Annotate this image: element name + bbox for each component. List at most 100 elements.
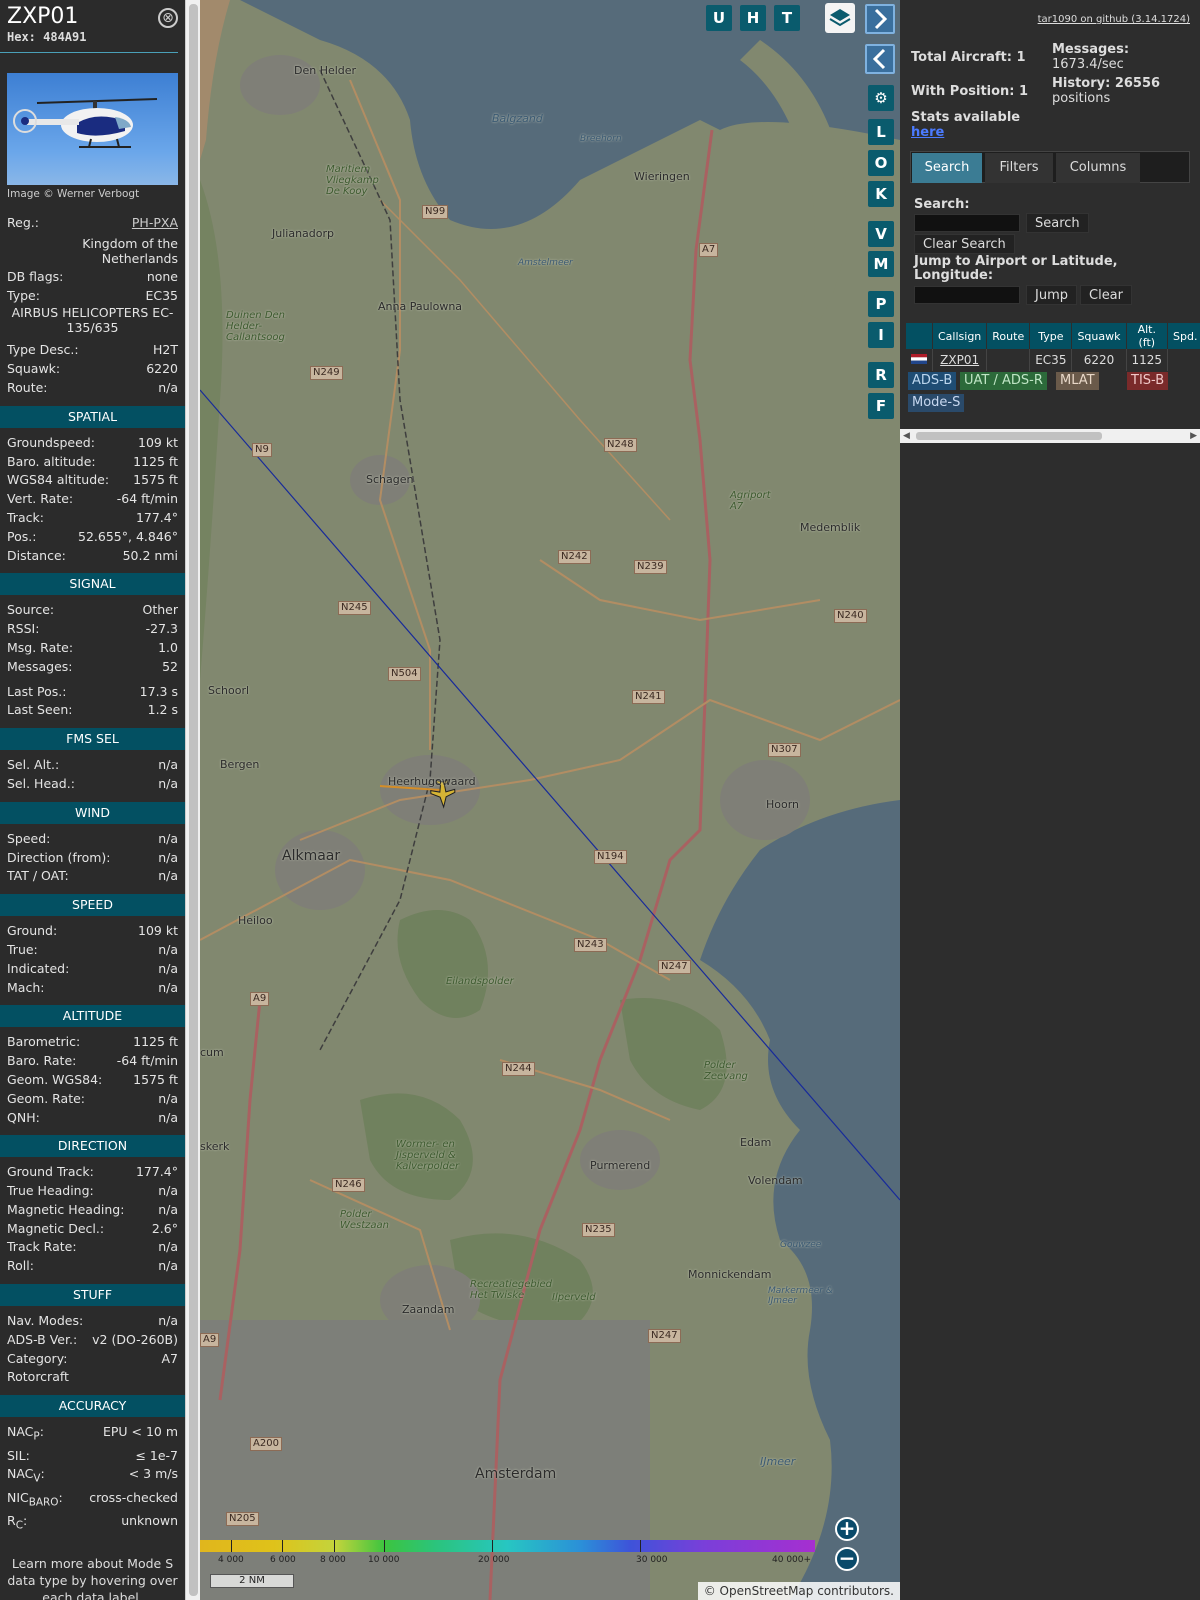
map-label-place: Julianadorp	[272, 227, 334, 240]
info-label: Sel. Head.:	[7, 775, 75, 791]
scrollbar-thumb[interactable]	[916, 432, 1102, 440]
toggle-u-button[interactable]: U	[706, 5, 732, 31]
tab-columns[interactable]: Columns	[1056, 153, 1140, 183]
toggle-f-button[interactable]: F	[868, 393, 894, 419]
toggle-p-button[interactable]: P	[868, 291, 894, 317]
jump-button[interactable]: Jump	[1026, 285, 1077, 305]
info-label: True Heading:	[7, 1183, 94, 1199]
toggle-m-button[interactable]: M	[868, 251, 894, 277]
table-header-row: Callsign Route Type Squawk Alt. (ft) Spd…	[906, 323, 1200, 349]
tab-filters[interactable]: Filters	[985, 153, 1053, 183]
map-label-area: Polder Westzaan	[340, 1209, 390, 1231]
table-horizontal-scrollbar[interactable]: ◀ ▶	[900, 429, 1200, 443]
scroll-right-arrow-icon[interactable]: ▶	[1190, 431, 1197, 441]
info-label: Baro. Rate:	[7, 1053, 77, 1069]
map-attribution[interactable]: © OpenStreetMap contributors.	[697, 1582, 900, 1600]
tab-search[interactable]: Search	[912, 153, 982, 183]
section-stuff[interactable]: STUFF	[0, 1284, 185, 1307]
layers-button[interactable]	[825, 3, 855, 33]
table-row[interactable]: ZXP01 EC35 6220 1125	[906, 349, 1200, 371]
search-button[interactable]: Search	[1026, 213, 1089, 233]
toggle-t-button[interactable]: T	[774, 5, 800, 31]
panel-tabs: Search Filters Columns	[910, 151, 1190, 183]
toggle-k-button[interactable]: K	[868, 181, 894, 207]
info-row: NACV: < 3 m/s	[0, 1465, 185, 1488]
toggle-r-button[interactable]: R	[868, 362, 894, 388]
info-value: ≤ 1e-7	[135, 1447, 178, 1463]
info-row: Messages: 52	[0, 658, 185, 677]
section-altitude[interactable]: ALTITUDE	[0, 1005, 185, 1028]
toggle-v-button[interactable]: V	[868, 221, 894, 247]
info-label-text: R	[7, 1512, 16, 1528]
settings-button[interactable]: ⚙	[868, 85, 894, 111]
clear-search-button[interactable]: Clear Search	[914, 234, 1015, 254]
registration-link[interactable]: PH-PXA	[132, 214, 178, 233]
info-value: < 3 m/s	[128, 1466, 178, 1482]
map-label-area: Eilandspolder	[446, 976, 514, 987]
toggle-h-button[interactable]: H	[740, 5, 766, 31]
info-label: TAT / OAT:	[7, 868, 69, 884]
info-row: Nav. Modes: n/a	[0, 1312, 185, 1331]
road-label: N205	[226, 1512, 259, 1526]
clear-jump-button[interactable]: Clear	[1080, 285, 1132, 305]
map-label-area: Polder Zeevang	[704, 1060, 748, 1082]
aircraft-list-panel: tar1090 on github (3.14.1724) Total Airc…	[900, 0, 1200, 1600]
jump-input[interactable]	[914, 286, 1020, 304]
scrollbar-thumb[interactable]	[189, 4, 198, 1596]
stats-available: Stats available here	[911, 110, 1020, 140]
stats-link[interactable]: here	[911, 125, 944, 140]
map-label-place: cum	[200, 1046, 224, 1059]
column-header-route[interactable]: Route	[986, 323, 1031, 349]
section-signal[interactable]: SIGNAL	[0, 573, 185, 596]
source-filter-badge[interactable]: Mode-S	[908, 394, 965, 412]
info-value: 52	[162, 658, 178, 674]
info-label: Msg. Rate:	[7, 639, 74, 655]
column-header-squawk[interactable]: Squawk	[1071, 323, 1127, 349]
section-wind[interactable]: WIND	[0, 801, 185, 824]
section-fms-sel[interactable]: FMS SEL	[0, 728, 185, 751]
info-value: H2T	[153, 342, 178, 358]
github-link[interactable]: tar1090 on github (3.14.1724)	[1038, 14, 1190, 25]
category-description: Rotorcraft	[7, 1369, 69, 1385]
info-value: none	[146, 268, 178, 284]
info-value: n/a	[158, 960, 178, 976]
info-value: 109 kt	[138, 923, 178, 939]
section-spatial[interactable]: SPATIAL	[0, 405, 185, 428]
info-value: n/a	[158, 1201, 178, 1217]
column-header-callsign[interactable]: Callsign	[932, 323, 988, 349]
column-header-altitude[interactable]: Alt. (ft)	[1126, 323, 1169, 349]
zoom-in-button[interactable]: +	[835, 1517, 859, 1541]
expand-right-button[interactable]	[865, 4, 895, 34]
toggle-i-button[interactable]: I	[868, 322, 894, 348]
toggle-o-button[interactable]: O	[868, 150, 894, 176]
map-scale-bar: 2 NM	[210, 1574, 294, 1588]
zoom-out-button[interactable]: −	[835, 1547, 859, 1571]
info-label: Pos.:	[7, 528, 37, 544]
section-accuracy[interactable]: ACCURACY	[0, 1395, 185, 1418]
search-input[interactable]	[914, 214, 1020, 232]
close-icon[interactable]: ⊗	[158, 8, 178, 28]
callsign-cell[interactable]: ZXP01	[932, 349, 988, 371]
collapse-left-button[interactable]	[865, 44, 895, 74]
aircraft-photo[interactable]	[7, 73, 178, 185]
column-header-type[interactable]: Type	[1029, 323, 1073, 349]
map-view[interactable]: Den Helder Julianadorp Anna Paulowna Wie…	[200, 0, 900, 1600]
info-value: 177.4°	[135, 1164, 178, 1180]
section-speed[interactable]: SPEED	[0, 894, 185, 917]
column-header-flag[interactable]	[906, 323, 933, 349]
legend-tick	[640, 1540, 641, 1552]
source-filter-badge[interactable]: TIS-B	[1127, 372, 1169, 390]
source-filter-badge[interactable]: MLAT	[1056, 372, 1099, 390]
with-position: With Position: 1	[911, 84, 1028, 99]
jump-label: Jump to Airport or Latitude, Longitude:	[914, 254, 1118, 283]
scroll-left-arrow-icon[interactable]: ◀	[903, 431, 910, 441]
info-panel-scrollbar[interactable]	[185, 0, 200, 1600]
source-filter-badge[interactable]: UAT / ADS-R	[960, 372, 1047, 390]
column-header-speed[interactable]: Spd.	[1167, 323, 1200, 349]
section-direction[interactable]: DIRECTION	[0, 1135, 185, 1158]
road-label: N99	[422, 205, 449, 219]
info-value: A7	[161, 1350, 178, 1366]
toggle-l-button[interactable]: L	[868, 119, 894, 145]
messages-label: Messages:	[1052, 42, 1130, 57]
source-filter-badge[interactable]: ADS-B	[908, 372, 957, 390]
